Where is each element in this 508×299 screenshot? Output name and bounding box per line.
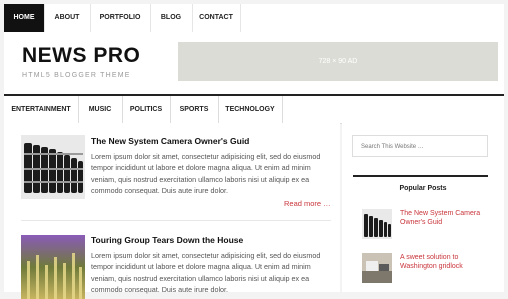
nav-music[interactable]: MUSIC	[78, 96, 123, 123]
nav-home[interactable]: HOME	[4, 4, 45, 32]
camera-lenses-thumbnail[interactable]	[21, 135, 85, 199]
nav-about[interactable]: ABOUT	[44, 4, 91, 32]
nav-entertainment[interactable]: ENTERTAINMENT	[4, 96, 79, 123]
read-more-link[interactable]: Read more …	[284, 199, 331, 208]
post-title[interactable]: The New System Camera Owner's Guid	[91, 136, 249, 146]
site-header: NEWS PRO HTML5 BLOGGER THEME 728 × 90 AD	[4, 32, 504, 94]
nav-portfolio[interactable]: PORTFOLIO	[90, 4, 151, 32]
section-divider	[353, 175, 488, 177]
nav-technology[interactable]: TECHNOLOGY	[218, 96, 283, 123]
popular-posts-title: Popular Posts	[399, 185, 447, 192]
popular-post-link[interactable]: The New System Camera Owner's Guid	[400, 209, 490, 227]
nav-contact[interactable]: CONTACT	[192, 4, 241, 32]
search-input[interactable]: Search This Website …	[352, 135, 488, 157]
nav-blog[interactable]: BLOG	[150, 4, 193, 32]
main-content: The New System Camera Owner's Guid Lorem…	[4, 123, 340, 299]
concert-crowd-thumbnail[interactable]	[21, 235, 85, 299]
popular-post-link[interactable]: A sweet solution to Washington gridlock	[400, 253, 490, 271]
nav-politics[interactable]: POLITICS	[122, 96, 171, 123]
ad-banner[interactable]: 728 × 90 AD	[178, 42, 498, 81]
post-excerpt: Lorem ipsum dolor sit amet, consectetur …	[91, 251, 321, 295]
post-divider	[21, 220, 331, 221]
post-title[interactable]: Touring Group Tears Down the House	[91, 235, 243, 245]
site-title[interactable]: NEWS PRO	[22, 44, 140, 68]
site-description: HTML5 BLOGGER THEME	[22, 72, 131, 79]
nav-sports[interactable]: SPORTS	[170, 96, 219, 123]
camera-lenses-thumbnail[interactable]	[362, 209, 392, 239]
post-excerpt: Lorem ipsum dolor sit amet, consectetur …	[91, 152, 321, 196]
traffic-thumbnail[interactable]	[362, 253, 392, 283]
category-nav: ENTERTAINMENT MUSIC POLITICS SPORTS TECH…	[4, 94, 504, 124]
sidebar: Search This Website … Popular Posts The …	[342, 123, 504, 292]
top-nav: HOME ABOUT PORTFOLIO BLOG CONTACT	[4, 4, 504, 33]
